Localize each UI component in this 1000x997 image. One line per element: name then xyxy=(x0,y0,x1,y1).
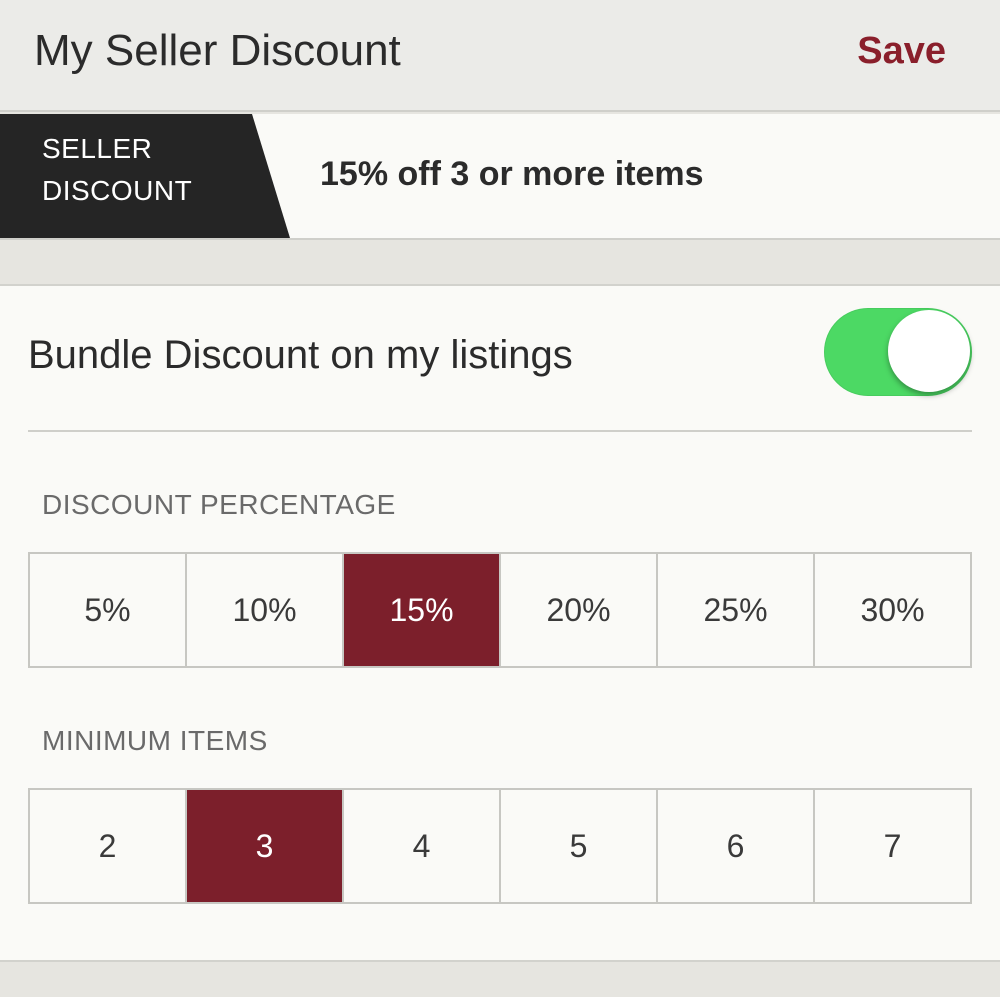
bundle-discount-card: Bundle Discount on my listings DISCOUNT … xyxy=(0,284,1000,962)
minimum-items-option[interactable]: 3 xyxy=(187,790,344,902)
app-header: My Seller Discount Save xyxy=(0,0,1000,112)
percentage-option[interactable]: 10% xyxy=(187,554,344,666)
minimum-items-selector: 2 3 4 5 6 7 xyxy=(28,788,972,904)
page-title: My Seller Discount xyxy=(34,26,401,75)
discount-percentage-selector: 5% 10% 15% 20% 25% 30% xyxy=(28,552,972,668)
percentage-option[interactable]: 20% xyxy=(501,554,658,666)
divider xyxy=(28,430,972,432)
minimum-items-option[interactable]: 5 xyxy=(501,790,658,902)
minimum-items-option[interactable]: 6 xyxy=(658,790,815,902)
bundle-discount-toggle[interactable] xyxy=(824,308,972,396)
minimum-items-option[interactable]: 4 xyxy=(344,790,501,902)
seller-discount-tag-line1: SELLER xyxy=(42,133,153,164)
discount-percentage-label: DISCOUNT PERCENTAGE xyxy=(42,489,396,520)
minimum-items-label: MINIMUM ITEMS xyxy=(42,725,268,756)
percentage-option[interactable]: 30% xyxy=(815,554,970,666)
seller-discount-tag-line2: DISCOUNT xyxy=(42,175,193,206)
bottom-background xyxy=(0,962,1000,997)
minimum-items-option[interactable]: 2 xyxy=(30,790,187,902)
toggle-knob xyxy=(888,310,970,392)
seller-discount-tag: SELLER DISCOUNT xyxy=(0,114,290,238)
percentage-option[interactable]: 15% xyxy=(344,554,501,666)
discount-summary-text: 15% off 3 or more items xyxy=(320,155,704,193)
percentage-option[interactable]: 5% xyxy=(30,554,187,666)
percentage-option[interactable]: 25% xyxy=(658,554,815,666)
bundle-discount-label: Bundle Discount on my listings xyxy=(28,333,573,377)
discount-summary-bar: SELLER DISCOUNT 15% off 3 or more items xyxy=(0,114,1000,240)
minimum-items-option[interactable]: 7 xyxy=(815,790,970,902)
save-button[interactable]: Save xyxy=(857,26,946,76)
